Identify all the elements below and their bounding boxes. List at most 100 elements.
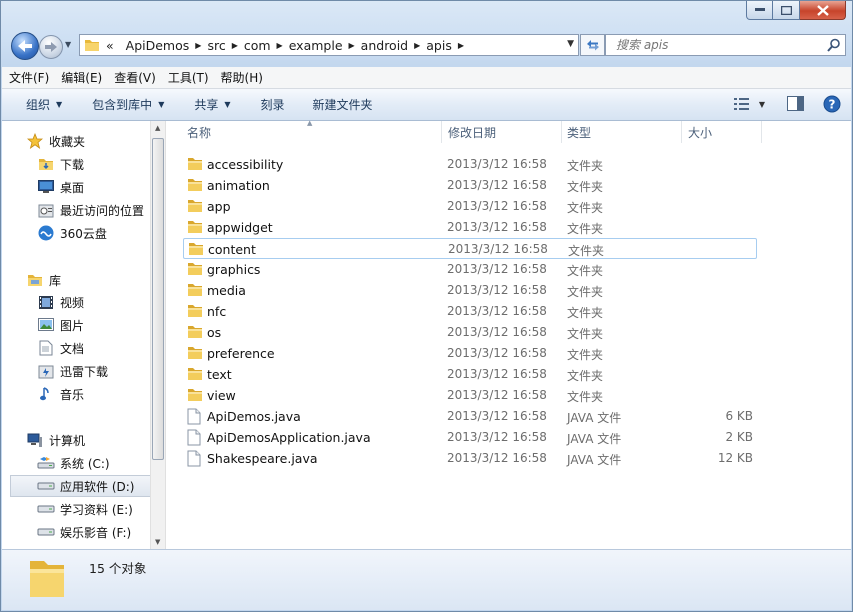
sidebar-item[interactable]: 迅雷下载 [2, 360, 108, 382]
column-divider[interactable] [561, 121, 562, 143]
search-icon[interactable] [827, 38, 841, 52]
breadcrumb-example[interactable]: example [283, 38, 349, 53]
sidebar-item[interactable]: 库 [2, 269, 61, 291]
include-in-library-button[interactable]: 包含到库中 ▼ [92, 96, 164, 113]
window-controls [746, 1, 846, 20]
preview-pane-icon[interactable] [787, 96, 805, 112]
file-row[interactable]: accessibility 2013/3/12 16:58 文件夹 [183, 154, 757, 175]
sidebar-item[interactable]: 系统 (C:) [2, 452, 110, 474]
column-header-date[interactable]: 修改日期 [448, 121, 496, 143]
column-header-size[interactable]: 大小 [688, 121, 712, 143]
column-divider[interactable] [761, 121, 762, 143]
sidebar-item[interactable]: 最近访问的位置 [2, 199, 144, 221]
scroll-up-icon[interactable]: ▲ [155, 124, 160, 132]
minimize-button[interactable] [746, 1, 773, 20]
file-row[interactable]: view 2013/3/12 16:58 文件夹 [183, 385, 757, 406]
scroll-down-icon[interactable]: ▼ [155, 538, 160, 546]
file-row[interactable]: media 2013/3/12 16:58 文件夹 [183, 280, 757, 301]
recent-pages-dropdown[interactable]: ▼ [65, 40, 71, 49]
navigation-pane[interactable]: 收藏夹下载桌面 最近访问的位置 360云盘库视频图片文档迅雷下载音乐计算机系统 (C… [2, 121, 150, 549]
menu-edit[interactable]: 编辑(E) [54, 69, 107, 86]
library-icon [26, 272, 44, 288]
sidebar-item[interactable]: 桌面 [2, 176, 84, 198]
breadcrumb-overflow[interactable]: « [104, 38, 120, 53]
navigation-bar: ▼ « ApiDemos ▶ src ▶ com ▶ example ▶ and… [9, 31, 846, 61]
sidebar-item[interactable]: 下载 [2, 153, 84, 175]
file-row[interactable]: content 2013/3/12 16:58 文件夹 [183, 238, 757, 259]
breadcrumb-separator-icon[interactable]: ▶ [458, 41, 464, 50]
file-type: 文件夹 [567, 159, 604, 173]
menu-help[interactable]: 帮助(H) [214, 69, 268, 86]
sidebar-item[interactable]: 文档 [2, 337, 84, 359]
organize-button[interactable]: 组织 ▼ [26, 96, 62, 113]
file-name: animation [207, 178, 270, 193]
refresh-button[interactable] [580, 34, 605, 56]
address-history-dropdown[interactable]: ▼ [567, 39, 574, 49]
help-icon[interactable]: ? [823, 95, 841, 113]
view-options-icon[interactable] [733, 97, 750, 111]
sidebar-item[interactable]: 娱乐影音 (F:) [2, 521, 131, 543]
back-button[interactable] [11, 32, 39, 60]
file-row[interactable]: ApiDemosApplication.java 2013/3/12 16:58 J… [183, 427, 757, 448]
sidebar-item[interactable]: 应用软件 (D:) [10, 475, 150, 497]
scrollbar-thumb[interactable] [152, 138, 164, 460]
forward-button[interactable] [39, 35, 63, 59]
close-button[interactable] [800, 1, 846, 20]
recent-places-icon [37, 202, 55, 218]
sidebar-item-label: 库 [49, 273, 62, 288]
breadcrumb-com[interactable]: com [238, 38, 277, 53]
file-row[interactable]: animation 2013/3/12 16:58 文件夹 [183, 175, 757, 196]
sidebar-item[interactable]: 360云盘 [2, 222, 107, 244]
new-folder-button[interactable]: 新建文件夹 [313, 96, 373, 113]
folder-icon [187, 387, 203, 405]
menu-view[interactable]: 查看(V) [107, 69, 161, 86]
breadcrumb-apidemos[interactable]: ApiDemos [120, 38, 196, 53]
search-input[interactable] [614, 37, 818, 53]
column-divider[interactable] [441, 121, 442, 143]
burn-button[interactable]: 刻录 [261, 96, 285, 113]
sidebar-item[interactable]: 视频 [2, 291, 84, 313]
sidebar-item[interactable]: 计算机 [2, 429, 85, 451]
folder-icon [30, 561, 64, 597]
sidebar-item-label: 视频 [60, 295, 85, 310]
file-type: 文件夹 [567, 222, 604, 236]
breadcrumb-src[interactable]: src [201, 38, 231, 53]
share-button[interactable]: 共享 ▼ [194, 96, 230, 113]
file-row[interactable]: text 2013/3/12 16:58 文件夹 [183, 364, 757, 385]
sidebar-item-label: 下载 [60, 157, 85, 172]
menu-tools[interactable]: 工具(T) [161, 69, 214, 86]
breadcrumb-android[interactable]: android [355, 38, 414, 53]
file-row[interactable]: os 2013/3/12 16:58 文件夹 [183, 322, 757, 343]
file-row[interactable]: ApiDemos.java 2013/3/12 16:58 JAVA 文件 6 KB [183, 406, 757, 427]
sidebar-item-label: 计算机 [49, 433, 86, 448]
sidebar-item-label: 学习资料 (E:) [60, 502, 133, 517]
column-header-name[interactable]: 名称 [187, 121, 211, 143]
sidebar-item[interactable]: 学习资料 (E:) [2, 498, 133, 520]
file-row[interactable]: graphics 2013/3/12 16:58 文件夹 [183, 259, 757, 280]
file-row[interactable]: preference 2013/3/12 16:58 文件夹 [183, 343, 757, 364]
menu-file[interactable]: 文件(F) [2, 69, 54, 86]
file-row[interactable]: nfc 2013/3/12 16:58 文件夹 [183, 301, 757, 322]
file-date: 2013/3/12 16:58 [447, 304, 547, 318]
file-row[interactable]: appwidget 2013/3/12 16:58 文件夹 [183, 217, 757, 238]
sidebar-item[interactable]: 图片 [2, 314, 84, 336]
file-date: 2013/3/12 16:58 [447, 262, 547, 276]
sidebar-item[interactable]: 音乐 [2, 383, 84, 405]
system-drive-icon [37, 455, 55, 471]
file-row[interactable]: Shakespeare.java 2013/3/12 16:58 JAVA 文件 12… [183, 448, 757, 469]
file-row[interactable]: app 2013/3/12 16:58 文件夹 [183, 196, 757, 217]
view-options-dropdown-icon[interactable]: ▼ [759, 100, 765, 109]
forward-arrow-icon [45, 42, 57, 52]
breadcrumb-apis[interactable]: apis [420, 38, 458, 53]
navigation-scrollbar[interactable]: ▲ ▼ [150, 121, 166, 549]
sidebar-item-label: 文档 [60, 341, 85, 356]
column-divider[interactable] [681, 121, 682, 143]
refresh-icon [586, 40, 599, 51]
file-type: JAVA 文件 [567, 411, 622, 425]
maximize-button[interactable] [773, 1, 800, 20]
column-header-type[interactable]: 类型 [567, 121, 591, 143]
thunder-download-icon [37, 363, 55, 379]
sidebar-item-label: 音乐 [60, 387, 85, 402]
sidebar-item[interactable]: 收藏夹 [2, 130, 85, 152]
address-bar[interactable]: « ApiDemos ▶ src ▶ com ▶ example ▶ andro… [79, 34, 579, 56]
